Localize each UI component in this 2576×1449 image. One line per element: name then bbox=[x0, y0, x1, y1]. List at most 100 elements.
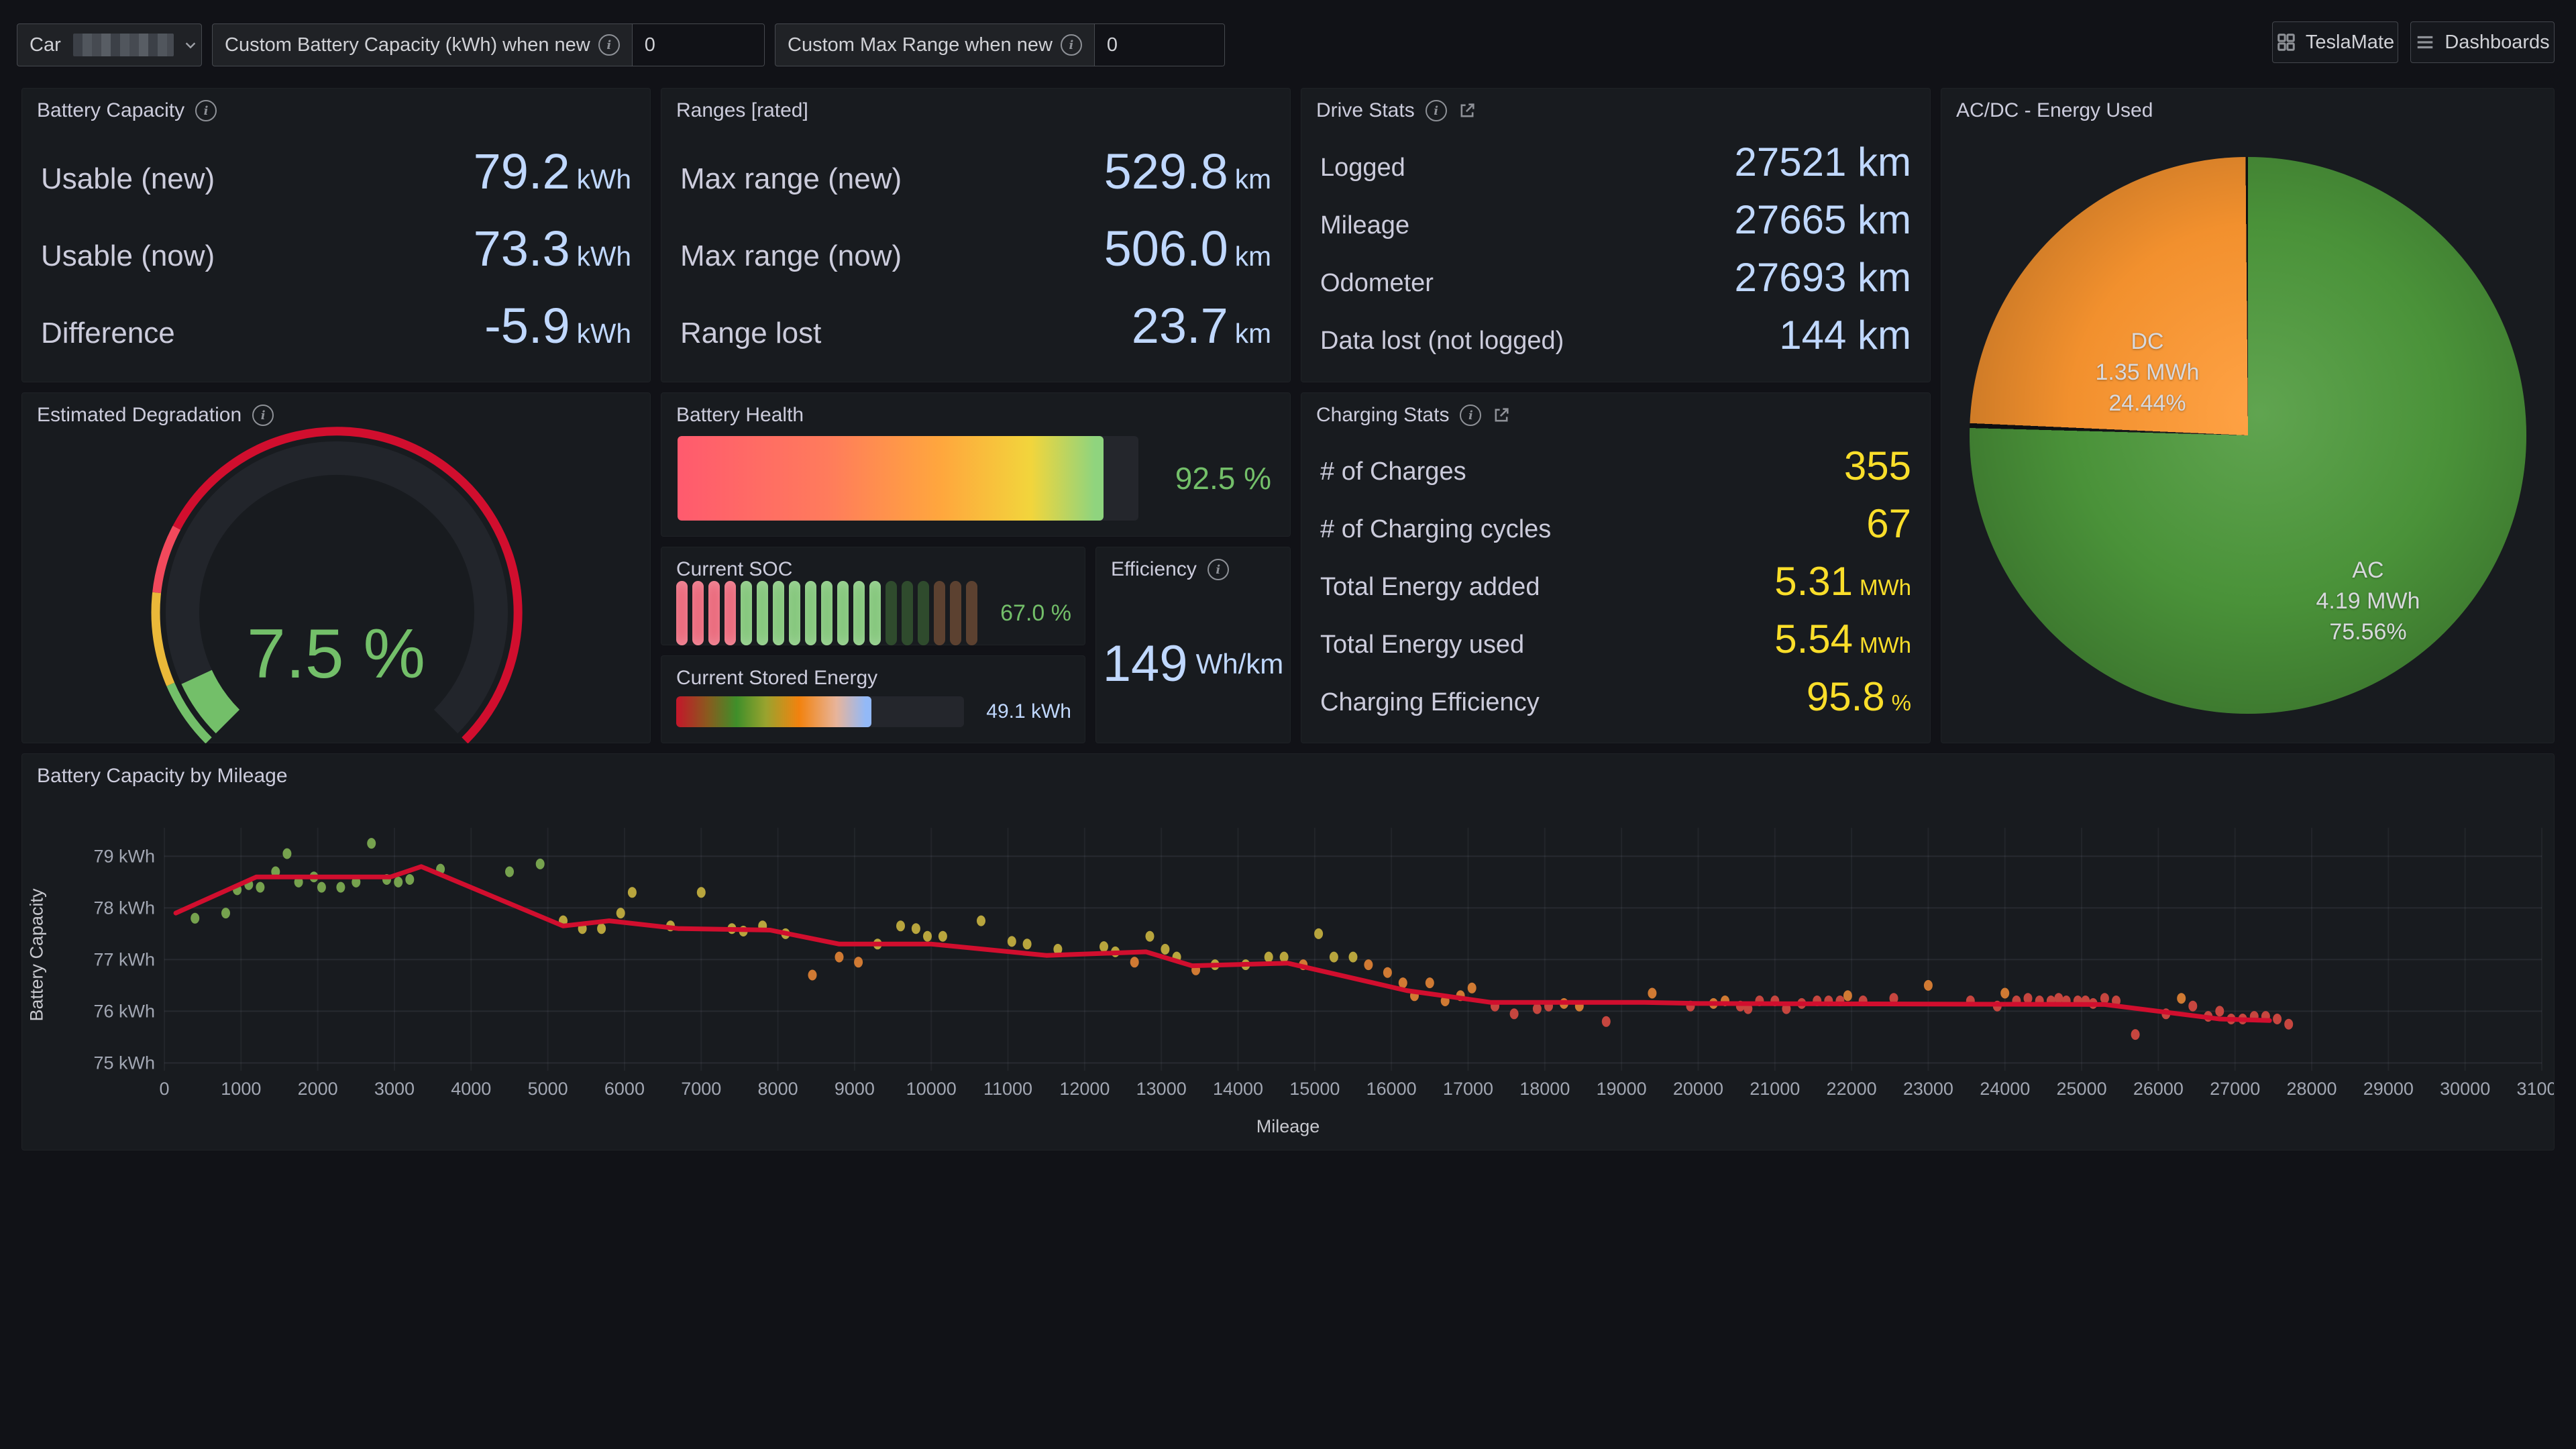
custom-max-range-input[interactable] bbox=[1095, 34, 1224, 56]
panel-title: Ranges [rated] bbox=[676, 99, 808, 122]
svg-text:18000: 18000 bbox=[1519, 1079, 1570, 1099]
svg-text:77 kWh: 77 kWh bbox=[93, 949, 155, 969]
svg-text:19000: 19000 bbox=[1597, 1079, 1647, 1099]
soc-cell bbox=[966, 581, 977, 645]
stat-value: 27693 km bbox=[1735, 254, 1912, 301]
soc-cell bbox=[773, 581, 784, 645]
menu-icon bbox=[2415, 32, 2435, 52]
custom-battery-capacity-input-wrap bbox=[632, 24, 764, 66]
car-select-value[interactable] bbox=[73, 24, 174, 66]
svg-text:6000: 6000 bbox=[604, 1079, 645, 1099]
efficiency-value: 149 Wh/km bbox=[1096, 585, 1290, 743]
custom-max-range-control: Custom Max Range when new i bbox=[775, 23, 1225, 66]
stat-row: Mileage27665 km bbox=[1320, 197, 1911, 243]
estimated-degradation-panel: Estimated Degradationi 7.5 % bbox=[21, 392, 651, 743]
stored-energy-bar bbox=[676, 696, 964, 727]
soc-cell bbox=[789, 581, 800, 645]
svg-text:2000: 2000 bbox=[298, 1079, 338, 1099]
current-soc-panel: Current SOC 67.0 % bbox=[661, 547, 1085, 645]
stat-row: Range lost23.7km bbox=[680, 297, 1271, 354]
stat-value: 73.3kWh bbox=[474, 220, 631, 277]
current-stored-energy-panel: Current Stored Energy 49.1 kWh bbox=[661, 655, 1085, 743]
soc-cell bbox=[869, 581, 881, 645]
pie-label-dc: DC 1.35 MWh 24.44% bbox=[2096, 327, 2200, 419]
soc-cell bbox=[950, 581, 961, 645]
dashboard: Car Custom Battery Capacity (kWh) when n… bbox=[0, 0, 2576, 1449]
stat-value: 23.7km bbox=[1132, 297, 1271, 354]
acdc-pie-chart[interactable] bbox=[1970, 157, 2526, 714]
degradation-gauge bbox=[22, 421, 651, 743]
car-name-redacted bbox=[73, 34, 174, 56]
chevron-down-icon[interactable] bbox=[174, 24, 202, 66]
soc-value: 67.0 % bbox=[991, 600, 1071, 627]
panel-title: Battery Capacity bbox=[37, 99, 184, 122]
stored-energy-value: 49.1 kWh bbox=[977, 700, 1071, 723]
panel-title: Battery Health bbox=[676, 404, 804, 427]
svg-text:11000: 11000 bbox=[983, 1079, 1032, 1099]
svg-text:12000: 12000 bbox=[1059, 1079, 1110, 1099]
stat-row: Logged27521 km bbox=[1320, 139, 1911, 185]
svg-text:78 kWh: 78 kWh bbox=[93, 898, 155, 918]
custom-battery-capacity-input[interactable] bbox=[633, 34, 764, 56]
svg-text:10000: 10000 bbox=[906, 1079, 957, 1099]
teslamate-button[interactable]: TeslaMate bbox=[2272, 21, 2398, 63]
svg-text:7000: 7000 bbox=[681, 1079, 721, 1099]
battery-capacity-chart[interactable]: 0100020003000400050006000700080009000100… bbox=[22, 754, 2554, 1150]
soc-cell bbox=[805, 581, 816, 645]
svg-text:4000: 4000 bbox=[451, 1079, 491, 1099]
custom-max-range-input-wrap bbox=[1094, 24, 1224, 66]
pie-label-ac: AC 4.19 MWh 75.56% bbox=[2316, 555, 2420, 648]
stat-value: 79.2kWh bbox=[474, 143, 631, 200]
svg-text:3000: 3000 bbox=[374, 1079, 415, 1099]
external-link-icon[interactable] bbox=[1458, 101, 1477, 120]
soc-cell bbox=[708, 581, 720, 645]
info-icon[interactable]: i bbox=[1460, 405, 1481, 426]
battery-capacity-panel: Battery Capacityi Usable (new)79.2kWh Us… bbox=[21, 88, 651, 382]
stat-value: -5.9kWh bbox=[484, 297, 631, 354]
svg-text:76 kWh: 76 kWh bbox=[93, 1001, 155, 1021]
stat-value: 5.54MWh bbox=[1774, 616, 1911, 662]
soc-cell bbox=[724, 581, 736, 645]
svg-text:21000: 21000 bbox=[1750, 1079, 1800, 1099]
svg-text:31000: 31000 bbox=[2516, 1079, 2555, 1099]
soc-cell bbox=[934, 581, 945, 645]
info-icon[interactable]: i bbox=[598, 34, 620, 56]
svg-text:29000: 29000 bbox=[2363, 1079, 2414, 1099]
svg-text:13000: 13000 bbox=[1136, 1079, 1187, 1099]
soc-cell bbox=[902, 581, 913, 645]
soc-cell bbox=[692, 581, 704, 645]
soc-cell bbox=[918, 581, 929, 645]
stat-row: Data lost (not logged)144 km bbox=[1320, 312, 1911, 358]
stat-value: 5.31MWh bbox=[1774, 558, 1911, 604]
stat-row: Max range (now)506.0km bbox=[680, 220, 1271, 277]
panel-title: AC/DC - Energy Used bbox=[1956, 99, 2153, 122]
svg-text:23000: 23000 bbox=[1903, 1079, 1953, 1099]
grid-icon bbox=[2276, 32, 2296, 52]
svg-text:27000: 27000 bbox=[2210, 1079, 2260, 1099]
car-select[interactable]: Car bbox=[17, 23, 202, 66]
info-icon[interactable]: i bbox=[1061, 34, 1082, 56]
external-link-icon[interactable] bbox=[1492, 406, 1511, 425]
svg-text:22000: 22000 bbox=[1827, 1079, 1877, 1099]
battery-health-panel: Battery Health 92.5 % bbox=[661, 392, 1291, 537]
info-icon[interactable]: i bbox=[1426, 100, 1447, 121]
dashboards-button[interactable]: Dashboards bbox=[2410, 21, 2555, 63]
gauge-value: 7.5 % bbox=[22, 614, 650, 694]
stat-value: 506.0km bbox=[1104, 220, 1271, 277]
custom-battery-capacity-control: Custom Battery Capacity (kWh) when new i bbox=[212, 23, 765, 66]
battery-health-bar bbox=[678, 436, 1138, 521]
panel-title: Drive Stats bbox=[1316, 99, 1415, 122]
svg-text:26000: 26000 bbox=[2133, 1079, 2184, 1099]
panel-title: Efficiency bbox=[1111, 558, 1197, 581]
svg-text:14000: 14000 bbox=[1213, 1079, 1263, 1099]
panel-title: Current SOC bbox=[676, 558, 792, 581]
efficiency-panel: Efficiency i 149 Wh/km bbox=[1095, 547, 1291, 743]
stat-value: 27665 km bbox=[1735, 197, 1912, 243]
svg-text:30000: 30000 bbox=[2440, 1079, 2490, 1099]
svg-text:24000: 24000 bbox=[1980, 1079, 2030, 1099]
stat-row: Total Energy added5.31MWh bbox=[1320, 558, 1911, 604]
battery-capacity-by-mileage-panel: Battery Capacity by Mileage 010002000300… bbox=[21, 753, 2555, 1150]
stat-row: Max range (new)529.8km bbox=[680, 143, 1271, 200]
info-icon[interactable]: i bbox=[1208, 559, 1229, 580]
info-icon[interactable]: i bbox=[195, 100, 217, 121]
